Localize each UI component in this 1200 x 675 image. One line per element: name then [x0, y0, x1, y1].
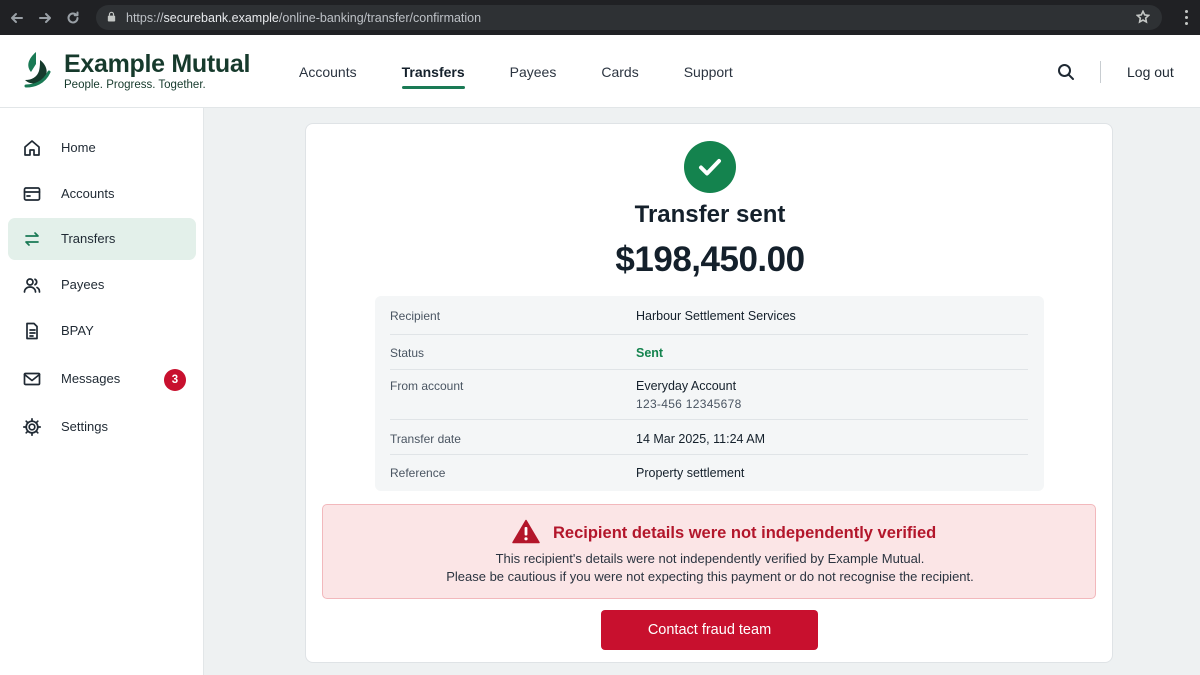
reload-button[interactable] [62, 7, 84, 29]
confirmation-card: Transfer sent $198,450.00 Recipient Harb… [305, 123, 1113, 663]
sidebar-item-label: Messages [61, 371, 121, 386]
search-icon [1058, 64, 1074, 80]
sidebar-item-messages[interactable]: Messages 3 [8, 358, 196, 400]
address-bar[interactable]: https://securebank.example/online-bankin… [96, 5, 1162, 30]
detail-row-recipient: Recipient Harbour Settlement Services [390, 296, 1028, 335]
success-check-icon [684, 141, 736, 193]
detail-row-from-account: From account Everyday Account 123-456 12… [390, 370, 1028, 420]
search-button[interactable] [1057, 63, 1075, 81]
topnav-cards[interactable]: Cards [588, 35, 651, 108]
arrow-right-icon [39, 12, 51, 23]
detail-label: From account [390, 379, 464, 393]
sidebar: Home Accounts Transfers Payees BPAY Mess… [0, 108, 204, 675]
warning-title: Recipient details were not independently… [553, 524, 937, 542]
warning-triangle-icon [512, 519, 540, 544]
url-path: /online-banking/transfer/confirmation [278, 10, 482, 25]
detail-row-status: Status Sent [390, 335, 1028, 370]
sidebar-item-label: Home [61, 140, 96, 155]
detail-value: Harbour Settlement Services [636, 309, 796, 323]
confirmation-title: Transfer sent [634, 201, 786, 228]
back-button[interactable] [6, 7, 28, 29]
brand-name[interactable]: Example Mutual [64, 50, 250, 79]
brand-tagline: People. Progress. Together. [64, 79, 206, 91]
sidebar-item-label: Payees [61, 277, 105, 292]
verification-warning: Recipient details were not independently… [322, 504, 1096, 599]
leaf-logo-icon [24, 52, 51, 88]
account-number: 123-456 12345678 [636, 397, 742, 411]
warning-text-line2: Please be cautious if you were not expec… [446, 569, 974, 584]
gear-icon [22, 417, 42, 437]
topnav-payees[interactable]: Payees [497, 35, 570, 108]
url-host: securebank.example [163, 10, 279, 25]
url-protocol: https:// [126, 10, 164, 25]
contact-fraud-team-button[interactable]: Contact fraud team [601, 610, 818, 650]
browser-toolbar: https://securebank.example/online-bankin… [0, 0, 1200, 35]
arrow-left-icon [11, 12, 23, 23]
sidebar-item-label: Accounts [61, 186, 115, 201]
url-text: https://securebank.example/online-bankin… [126, 11, 481, 25]
status-value: Sent [636, 346, 664, 360]
detail-row-transfer-date: Transfer date 14 Mar 2025, 11:24 AM [390, 420, 1028, 455]
detail-label: Recipient [390, 309, 441, 323]
detail-row-reference: Reference Property settlement [390, 455, 1028, 490]
sidebar-item-payees[interactable]: Payees [8, 264, 196, 306]
transfer-arrows-icon [22, 229, 42, 249]
sidebar-item-label: Settings [61, 419, 108, 434]
sidebar-item-accounts[interactable]: Accounts [8, 173, 196, 215]
topnav-support[interactable]: Support [671, 35, 746, 108]
transfer-details: Recipient Harbour Settlement Services St… [375, 296, 1044, 491]
detail-value: Everyday Account [636, 379, 737, 393]
topnav-transfers[interactable]: Transfers [389, 35, 478, 108]
bookmark-star-icon[interactable] [1135, 9, 1151, 29]
forward-button[interactable] [34, 7, 56, 29]
sidebar-item-home[interactable]: Home [8, 127, 196, 169]
lock-icon [106, 9, 117, 27]
sidebar-item-label: Transfers [61, 231, 116, 246]
warning-text-line1: This recipient's details were not indepe… [495, 551, 925, 566]
site-header: Example Mutual People. Progress. Togethe… [0, 35, 1200, 108]
users-icon [22, 275, 42, 295]
detail-label: Reference [390, 466, 446, 480]
sidebar-item-transfers[interactable]: Transfers [8, 218, 196, 260]
detail-label: Transfer date [390, 432, 461, 446]
header-divider [1100, 61, 1101, 83]
home-icon [22, 138, 42, 158]
detail-label: Status [390, 346, 425, 360]
detail-value: 14 Mar 2025, 11:24 AM [636, 432, 766, 446]
detail-value: Property settlement [636, 466, 745, 480]
reload-icon [67, 11, 79, 23]
logout-link[interactable]: Log out [1127, 64, 1174, 80]
bill-icon [22, 321, 42, 341]
wallet-icon [22, 184, 42, 204]
topnav-accounts[interactable]: Accounts [286, 35, 370, 108]
mail-icon [22, 369, 42, 389]
sidebar-item-label: BPAY [61, 323, 94, 338]
messages-count-badge: 3 [164, 369, 186, 391]
top-navigation: Accounts Transfers Payees Cards Support [286, 35, 765, 108]
sidebar-item-bpay[interactable]: BPAY [8, 310, 196, 352]
transfer-amount: $198,450.00 [615, 240, 805, 279]
sidebar-item-settings[interactable]: Settings [8, 406, 196, 448]
browser-menu-icon[interactable] [1184, 10, 1188, 25]
